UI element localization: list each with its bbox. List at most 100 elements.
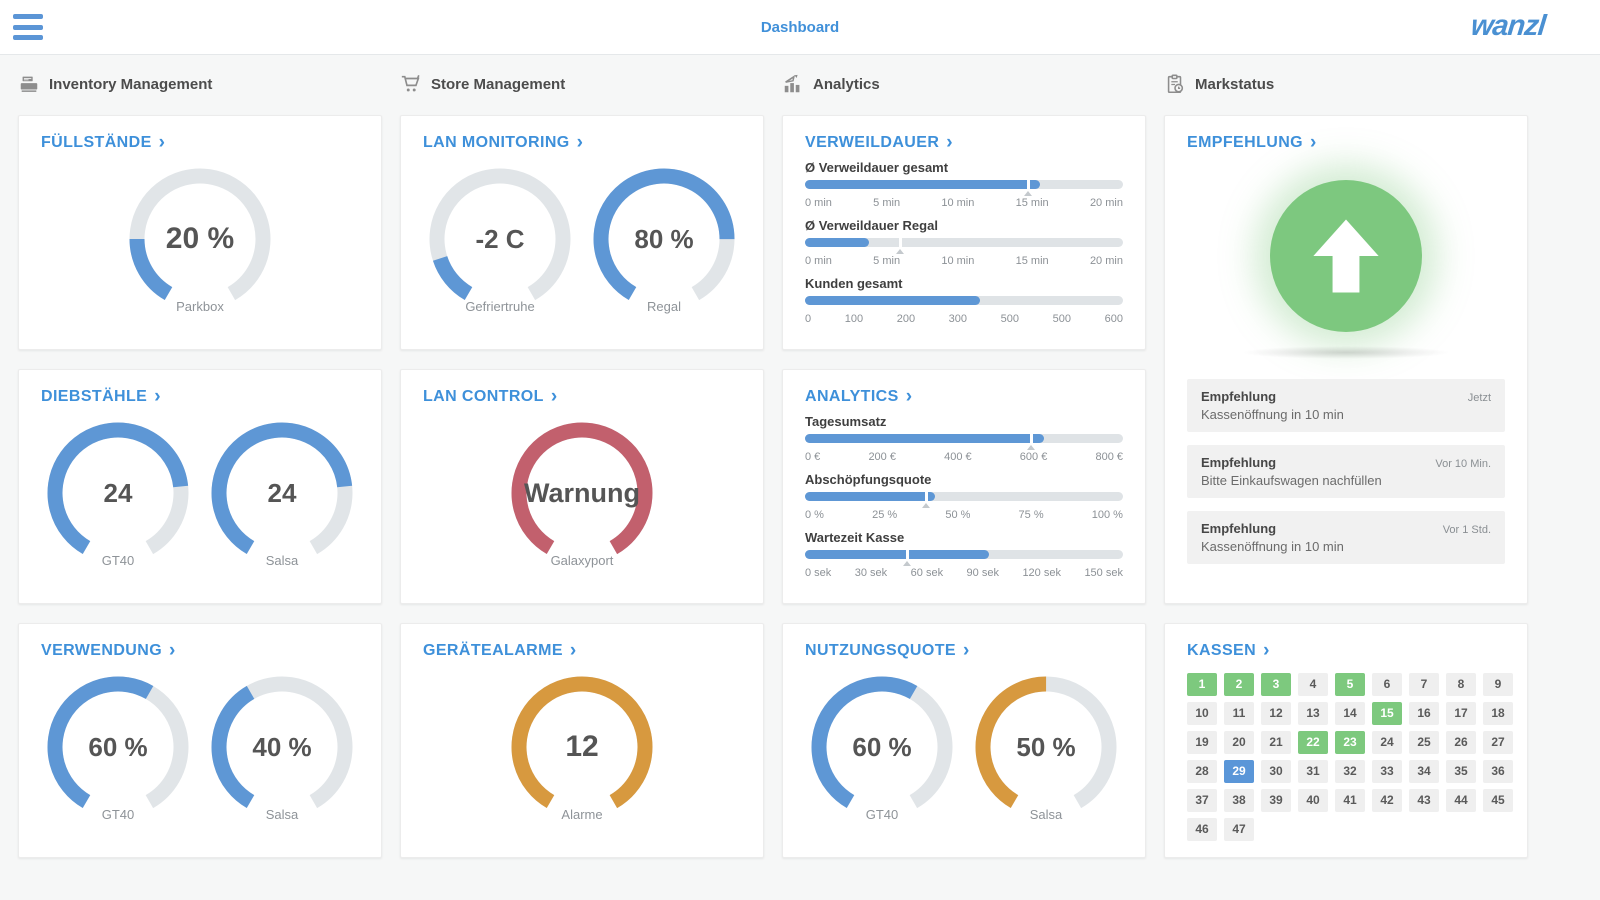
kassa-cell-free[interactable]: 12 (1261, 702, 1291, 725)
kassa-cell-free[interactable]: 27 (1483, 731, 1513, 754)
kassa-cell-selected[interactable]: 29 (1224, 760, 1254, 783)
card-link-verweildauer[interactable]: VERWEILDAUER› (805, 134, 953, 152)
kassa-cell-open[interactable]: 2 (1224, 673, 1254, 696)
kassa-cell-free[interactable]: 13 (1298, 702, 1328, 725)
metric-bar-label: Wartezeit Kasse (805, 530, 1123, 545)
tick-label: 15 min (1016, 255, 1049, 267)
card-link-empfehlung[interactable]: EMPFEHLUNG› (1187, 134, 1317, 152)
card-link-kassen[interactable]: KASSEN› (1187, 642, 1270, 660)
gauge-label: Alarme (507, 807, 657, 822)
kassa-cell-free[interactable]: 44 (1446, 789, 1476, 812)
metric-bar-fill (805, 180, 1040, 189)
card-link-fuellstaende[interactable]: FÜLLSTÄNDE› (41, 134, 165, 152)
recommendation-item[interactable]: EmpfehlungJetztKassenöffnung in 10 min (1187, 379, 1505, 432)
kassa-cell-free[interactable]: 31 (1298, 760, 1328, 783)
recommendation-item[interactable]: EmpfehlungVor 1 Std.Kassenöffnung in 10 … (1187, 511, 1505, 564)
kassa-cell-free[interactable]: 46 (1187, 818, 1217, 841)
kassa-cell-free[interactable]: 42 (1372, 789, 1402, 812)
kassa-cell-free[interactable]: 20 (1224, 731, 1254, 754)
column-analytics: Analytics VERWEILDAUER›Ø Verweildauer ge… (782, 71, 1146, 877)
card-link-geraetealarme[interactable]: GERÄTEALARME› (423, 642, 577, 660)
kassa-cell-free[interactable]: 17 (1446, 702, 1476, 725)
kassa-cell-free[interactable]: 4 (1298, 673, 1328, 696)
kassa-cell-free[interactable]: 47 (1224, 818, 1254, 841)
metric-bar-ticks: 0 %25 %50 %75 %100 % (805, 509, 1123, 521)
metric-bar-track (805, 492, 1123, 501)
kassa-cell-free[interactable]: 10 (1187, 702, 1217, 725)
section-header-inventory: Inventory Management (18, 71, 382, 97)
tick-label: 5 min (873, 255, 900, 267)
metric-bar-wartezeit-kasse: Wartezeit Kasse0 sek30 sek60 sek90 sek12… (805, 530, 1123, 579)
tick-label: 600 € (1020, 451, 1048, 463)
kassa-cell-free[interactable]: 19 (1187, 731, 1217, 754)
kassa-cell-free[interactable]: 35 (1446, 760, 1476, 783)
kassa-cell-open[interactable]: 3 (1261, 673, 1291, 696)
kassa-cell-free[interactable]: 6 (1372, 673, 1402, 696)
card-link-analytics[interactable]: ANALYTICS› (805, 388, 912, 406)
kassa-cell-free[interactable]: 38 (1224, 789, 1254, 812)
kassa-cell-free[interactable]: 18 (1483, 702, 1513, 725)
gauge-value: 60 % (807, 672, 957, 822)
kassa-cell-free[interactable]: 14 (1335, 702, 1365, 725)
card-link-lan-control[interactable]: LAN CONTROL› (423, 388, 558, 406)
kassa-cell-free[interactable]: 39 (1261, 789, 1291, 812)
column-store-management: Store Management LAN MONITORING›-2 CGefr… (400, 71, 764, 877)
card-kassen: KASSEN›123456789101112131415161718192021… (1164, 623, 1528, 858)
tick-label: 5 min (873, 197, 900, 209)
kassa-cell-free[interactable]: 30 (1261, 760, 1291, 783)
kassa-cell-free[interactable]: 16 (1409, 702, 1439, 725)
recommendation-text: Bitte Einkaufswagen nachfüllen (1201, 473, 1491, 488)
kassa-cell-free[interactable]: 11 (1224, 702, 1254, 725)
kassa-cell-free[interactable]: 45 (1483, 789, 1513, 812)
marker-triangle-icon (1027, 445, 1035, 450)
chevron-right-icon: › (946, 136, 953, 150)
card-title-text: FÜLLSTÄNDE (41, 134, 152, 152)
kassa-cell-free[interactable]: 21 (1261, 731, 1291, 754)
gauge-label: Salsa (207, 553, 357, 568)
gauge-value: 80 % (589, 164, 739, 314)
gauge-value: 50 % (971, 672, 1121, 822)
kassa-cell-open[interactable]: 23 (1335, 731, 1365, 754)
chevron-right-icon: › (577, 136, 584, 150)
gauge-value: -2 C (425, 164, 575, 314)
tick-label: 0 min (805, 255, 832, 267)
kassa-cell-free[interactable]: 37 (1187, 789, 1217, 812)
recommendation-item-header: EmpfehlungVor 10 Min. (1201, 455, 1491, 470)
gauge-salsa: 40 %Salsa (207, 672, 357, 822)
tick-label: 90 sek (967, 567, 999, 579)
metric-bars: Tagesumsatz0 €200 €400 €600 €800 €Abschö… (805, 414, 1123, 579)
tick-label: 100 (845, 313, 863, 325)
recommendation-item[interactable]: EmpfehlungVor 10 Min. Bitte Einkaufswagen… (1187, 445, 1505, 498)
gauge-value: 24 (207, 418, 357, 568)
kassa-cell-free[interactable]: 32 (1335, 760, 1365, 783)
kassa-cell-free[interactable]: 40 (1298, 789, 1328, 812)
gauge-salsa: 24Salsa (207, 418, 357, 568)
kassa-cell-free[interactable]: 34 (1409, 760, 1439, 783)
kassa-cell-free[interactable]: 28 (1187, 760, 1217, 783)
card-fuellstaende: FÜLLSTÄNDE›20 %Parkbox (18, 115, 382, 350)
card-link-diebstaehle[interactable]: DIEBSTÄHLE› (41, 388, 161, 406)
card-verwendung: VERWENDUNG›60 %GT4040 %Salsa (18, 623, 382, 858)
kassa-cell-free[interactable]: 25 (1409, 731, 1439, 754)
metric-bar-track (805, 550, 1123, 559)
kassa-cell-free[interactable]: 43 (1409, 789, 1439, 812)
kassa-cell-free[interactable]: 9 (1483, 673, 1513, 696)
kassa-cell-free[interactable]: 33 (1372, 760, 1402, 783)
chevron-right-icon: › (1263, 644, 1270, 658)
kassa-cell-free[interactable]: 7 (1409, 673, 1439, 696)
kassa-cell-open[interactable]: 5 (1335, 673, 1365, 696)
kassa-cell-free[interactable]: 41 (1335, 789, 1365, 812)
card-link-nutzungsquote[interactable]: NUTZUNGSQUOTE› (805, 642, 970, 660)
kassa-cell-free[interactable]: 8 (1446, 673, 1476, 696)
metric-bar-ticks: 0 min5 min10 min15 min20 min (805, 197, 1123, 209)
kassa-cell-open[interactable]: 22 (1298, 731, 1328, 754)
kassa-cell-free[interactable]: 24 (1372, 731, 1402, 754)
kassa-cell-free[interactable]: 36 (1483, 760, 1513, 783)
kassa-cell-open[interactable]: 15 (1372, 702, 1402, 725)
kassa-cell-free[interactable]: 26 (1446, 731, 1476, 754)
metric-bar-verweildauer-regal: Ø Verweildauer Regal0 min5 min10 min15 m… (805, 218, 1123, 267)
card-link-lan-monitoring[interactable]: LAN MONITORING› (423, 134, 583, 152)
kassa-cell-open[interactable]: 1 (1187, 673, 1217, 696)
card-link-verwendung[interactable]: VERWENDUNG› (41, 642, 176, 660)
gauge-row: WarnungGalaxyport (423, 418, 741, 568)
